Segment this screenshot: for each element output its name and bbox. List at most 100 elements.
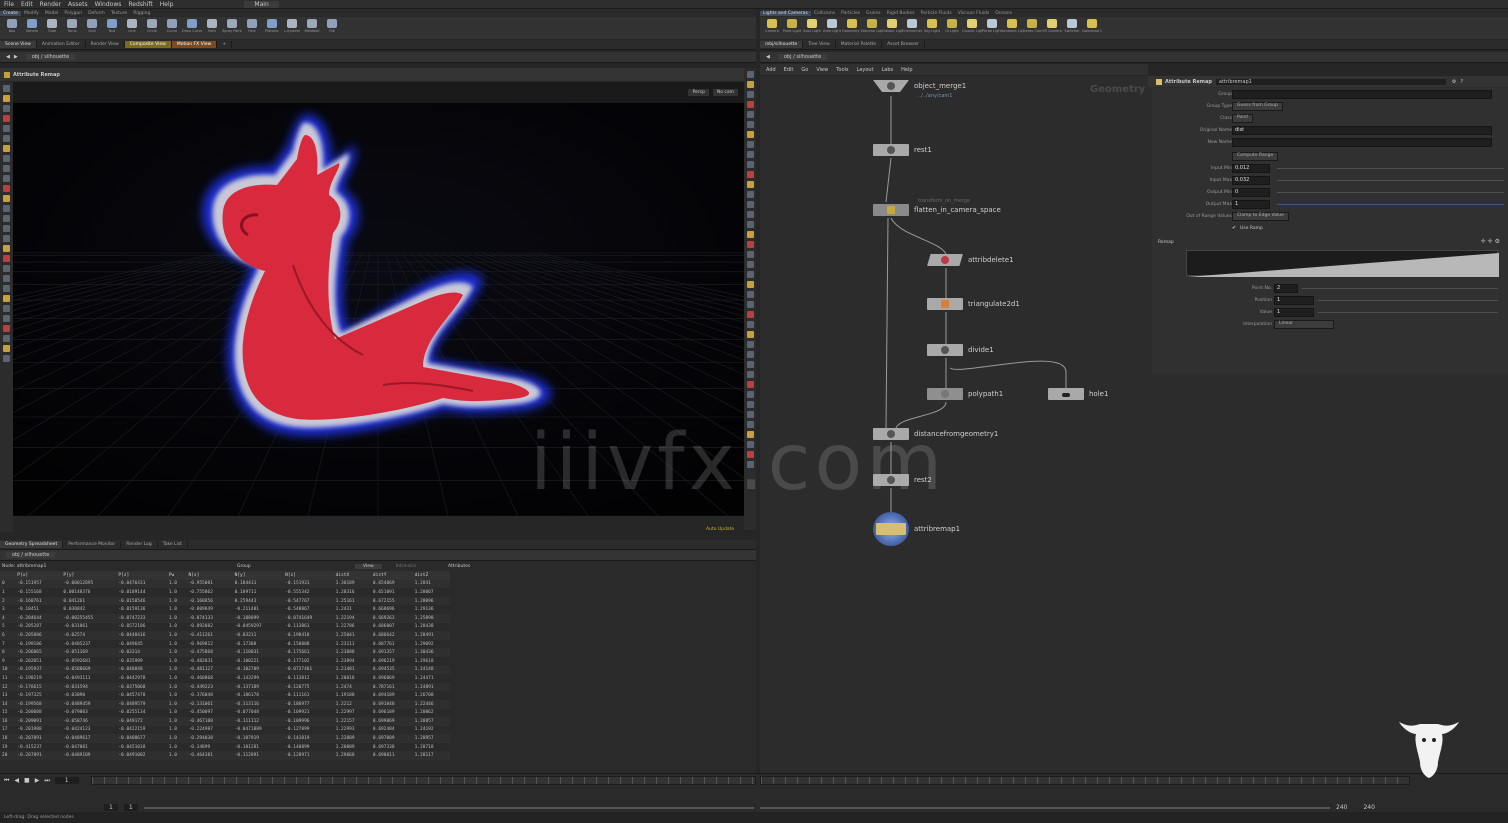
spreadsheet-path[interactable]: obj / silhouette xyxy=(6,552,56,558)
table-row[interactable]: 18 -0.207891 -0.0489617 -0.0408677 1.0 -0.294… xyxy=(0,734,450,743)
value-slider[interactable] xyxy=(1318,312,1498,313)
stop-icon[interactable]: ■ xyxy=(24,777,30,784)
node-body[interactable] xyxy=(873,144,909,156)
viewport-tool-icon[interactable] xyxy=(3,145,10,152)
output-max-slider[interactable] xyxy=(1277,204,1504,205)
viewport-tool-icon[interactable] xyxy=(3,125,10,132)
desktop-selector[interactable]: Main xyxy=(244,0,279,8)
shelf-tab-polygon[interactable]: Polygon xyxy=(61,11,85,16)
help-icon[interactable]: ? xyxy=(1460,79,1463,85)
shelf-tab-deform[interactable]: Deform xyxy=(85,11,108,16)
column-header[interactable]: distY xyxy=(370,571,413,580)
viewport-tool-icon[interactable] xyxy=(746,81,754,88)
column-header[interactable]: N[x] xyxy=(186,571,233,580)
viewport-tool-icon[interactable] xyxy=(746,171,754,178)
shelf-tool-caustic-light[interactable]: Caustic Light xyxy=(962,17,982,38)
play-back-icon[interactable]: ◀ xyxy=(14,777,19,784)
network-menu-help[interactable]: Help xyxy=(901,67,912,73)
group-type-menu[interactable]: Guess from Group xyxy=(1232,102,1283,111)
column-header[interactable]: Pw xyxy=(166,571,187,580)
spreadsheet-attributes[interactable]: Attributes xyxy=(448,564,470,569)
viewport-tool-icon[interactable] xyxy=(3,265,10,272)
shelf-tool-geometry-light[interactable]: Geometry Light xyxy=(842,17,862,38)
frame-start-b[interactable]: 1 xyxy=(123,804,138,811)
shelf-tool-null[interactable]: Null xyxy=(102,17,122,38)
shelf-tool-l-system[interactable]: L-System xyxy=(282,17,302,38)
shelf-tool-spray-paint[interactable]: Spray Paint xyxy=(222,17,242,38)
viewport-tool-icon[interactable] xyxy=(3,215,10,222)
shelf-tab-grains[interactable]: Grains xyxy=(863,11,884,16)
network-path[interactable]: obj / silhouette xyxy=(777,54,828,60)
table-row[interactable]: 2 -0.160761 0.041261 -0.0150546 1.0 -0.168856… xyxy=(0,596,450,606)
node-rest1[interactable]: rest1 xyxy=(873,144,932,156)
input-min-field[interactable]: 0.012 xyxy=(1232,164,1270,173)
table-row[interactable]: 19 -0.415237 -0.047081 -0.0451018 1.0 -0.1489… xyxy=(0,743,450,752)
frame-end-a[interactable]: 240 xyxy=(1336,804,1347,811)
viewport-tool-icon[interactable] xyxy=(3,165,10,172)
node-body[interactable] xyxy=(927,298,963,310)
range-bar[interactable] xyxy=(143,806,754,809)
viewport-tool-icon[interactable] xyxy=(3,295,10,302)
back-icon[interactable]: ◀ xyxy=(6,54,10,60)
node-attribremap1[interactable]: attribremap1 xyxy=(873,512,960,546)
viewport-tool-icon[interactable] xyxy=(3,185,10,192)
input-max-slider[interactable] xyxy=(1277,180,1504,181)
viewport-tool-icon[interactable] xyxy=(746,111,754,118)
table-row[interactable]: 4 -0.204644 -0.00255455 -0.0747233 1.0 -0.874… xyxy=(0,613,450,623)
tab-asset-browser[interactable]: Asset Browser xyxy=(882,41,926,48)
shelf-tool-circle[interactable]: Circle xyxy=(142,17,162,38)
node-hole1[interactable]: hole1 xyxy=(1048,388,1108,400)
shelf-tool-distant-light[interactable]: Distant Light xyxy=(882,17,902,38)
compute-range-button[interactable]: Compute Range xyxy=(1232,152,1279,161)
table-row[interactable]: 12 -0.176615 -0.031594 -0.0375068 1.0 -0.4492… xyxy=(0,682,450,692)
tab-take-list[interactable]: Take List xyxy=(158,541,189,548)
viewport-tool-icon[interactable] xyxy=(3,355,10,362)
viewport-tool-icon[interactable] xyxy=(3,95,10,102)
viewport-tool-icon[interactable] xyxy=(746,71,754,78)
network-menu-go[interactable]: Go xyxy=(801,67,808,73)
viewport-tool-icon[interactable] xyxy=(746,381,754,388)
viewport-tool-icon[interactable] xyxy=(746,191,754,198)
viewport-tool-icon[interactable] xyxy=(746,241,754,248)
viewport-tool-icon[interactable] xyxy=(746,211,754,218)
shelf-tab-create[interactable]: Create xyxy=(0,10,21,16)
class-menu[interactable]: Point xyxy=(1232,114,1254,123)
tab-network[interactable]: /obj/silhouette xyxy=(760,41,804,48)
menu-render[interactable]: Render xyxy=(40,1,61,8)
network-back-icon[interactable]: ◀ xyxy=(766,54,770,60)
network-menu-labs[interactable]: Labs xyxy=(882,67,894,73)
table-row[interactable]: 14 -0.199568 -0.0489459 -0.0489579 1.0 -0.131… xyxy=(0,699,450,709)
menu-assets[interactable]: Assets xyxy=(68,1,88,8)
use-ramp-checkbox[interactable]: ✔ xyxy=(1232,225,1236,231)
table-row[interactable]: 7 -0.199186 -0.0405237 -0.049645 1.0 -0.96981… xyxy=(0,640,450,649)
viewport-tool-icon[interactable] xyxy=(746,321,754,328)
table-row[interactable]: 8 -0.206865 -0.051169 -0.03314 1.0 -0.475868-… xyxy=(0,648,450,657)
shelf-tool-sphere[interactable]: Sphere xyxy=(22,17,42,38)
spreadsheet-view-menu[interactable]: View xyxy=(355,563,382,569)
menu-windows[interactable]: Windows xyxy=(95,1,122,8)
node-body[interactable] xyxy=(927,254,963,266)
node-body[interactable] xyxy=(873,204,909,216)
shelf-tool-metaball[interactable]: Metaball xyxy=(302,17,322,38)
point-no-slider[interactable] xyxy=(1302,288,1498,289)
shelf-tab-collisions[interactable]: Collisions xyxy=(811,11,838,16)
shelf-tool-curve[interactable]: Curve xyxy=(162,17,182,38)
viewport-tool-icon[interactable] xyxy=(3,245,10,252)
original-name-input[interactable]: dist xyxy=(1232,126,1492,135)
shelf-tab-lights[interactable]: Lights and Cameras xyxy=(760,10,811,16)
add-tab-icon[interactable]: + xyxy=(217,41,233,48)
column-header[interactable] xyxy=(0,571,16,580)
node-polypath1[interactable]: polypath1 xyxy=(927,388,1003,400)
shelf-tab-oceans[interactable]: Oceans xyxy=(992,11,1015,16)
viewport-tool-icon[interactable] xyxy=(3,85,10,92)
menu-help[interactable]: Help xyxy=(160,1,174,8)
tab-performance-monitor[interactable]: Performance Monitor xyxy=(63,541,122,548)
column-header[interactable]: N[z] xyxy=(283,571,334,580)
viewport-tool-icon[interactable] xyxy=(3,275,10,282)
viewport-tool-icon[interactable] xyxy=(3,105,10,112)
shelf-tool-spot-light[interactable]: Spot Light xyxy=(802,17,822,38)
viewport-tool-icon[interactable] xyxy=(746,411,754,418)
viewport-tool-icon[interactable] xyxy=(3,305,10,312)
shelf-tab-viscous[interactable]: Viscous Fluids xyxy=(955,11,993,16)
tab-composite-view[interactable]: Composite View xyxy=(124,41,172,48)
